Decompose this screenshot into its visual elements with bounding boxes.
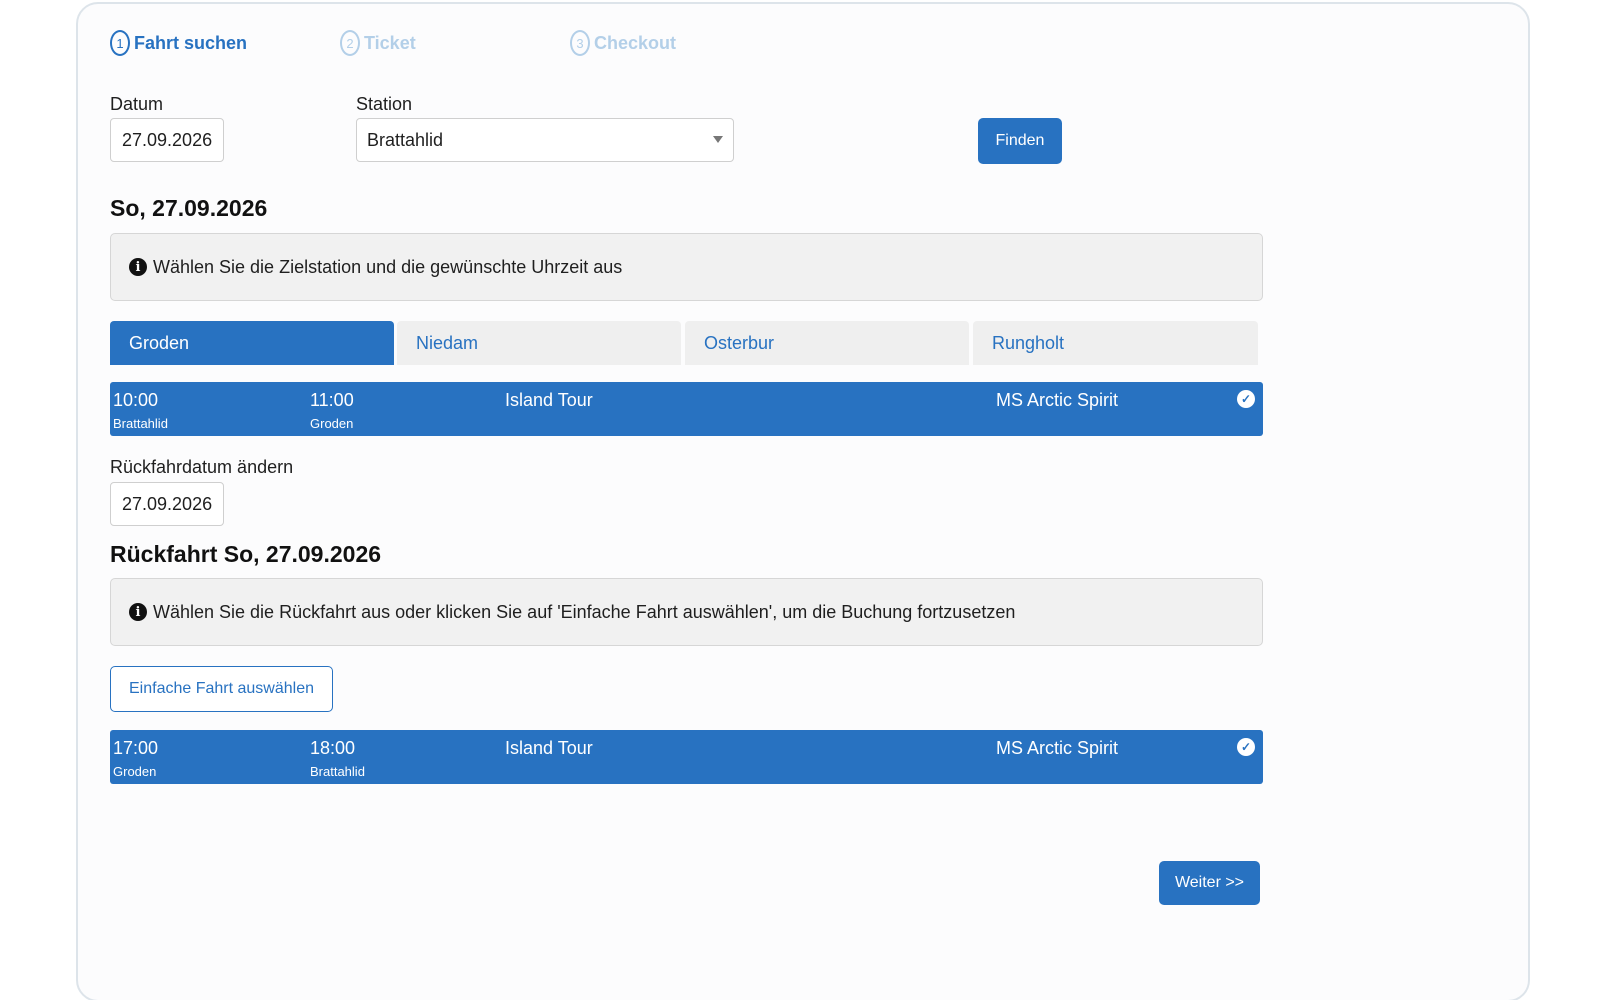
return-heading: Rückfahrt So, 27.09.2026	[110, 541, 382, 567]
tab-niedam[interactable]: Niedam	[397, 321, 681, 365]
step-label: Fahrt suchen	[134, 32, 248, 53]
arrival-station: Groden	[310, 416, 354, 431]
outbound-heading: So, 27.09.2026	[110, 195, 268, 221]
departure-time: 17:00	[113, 738, 159, 758]
station-select[interactable]: Brattahlid	[356, 118, 734, 162]
departure-time: 10:00	[113, 390, 159, 410]
next-button[interactable]: Weiter >>	[1159, 861, 1260, 905]
date-input[interactable]	[110, 118, 224, 162]
ship-name: MS Arctic Spirit	[996, 738, 1119, 758]
booking-card: 1 Fahrt suchen 2 Ticket 3 Checkout	[76, 2, 1530, 1000]
arrival-station: Brattahlid	[310, 764, 365, 779]
return-trip-row[interactable]: 17:00 Groden 18:00 Brattahlid Island Tou…	[110, 730, 1263, 784]
step-checkout: 3 Checkout	[570, 29, 676, 57]
arrival-time: 18:00	[310, 738, 356, 758]
return-date-label: Rückfahrdatum ändern	[110, 457, 294, 477]
outbound-info-box: i Wählen Sie die Zielstation und die gew…	[110, 233, 1263, 301]
departure-station: Brattahlid	[113, 416, 168, 431]
return-date-input[interactable]	[110, 482, 224, 526]
ship-name: MS Arctic Spirit	[996, 390, 1119, 410]
step-label: Checkout	[594, 32, 677, 53]
check-circle-icon: ✓	[1237, 738, 1255, 756]
check-circle-icon: ✓	[1237, 390, 1255, 408]
chevron-down-icon	[713, 136, 723, 143]
info-icon: i	[129, 603, 147, 621]
single-trip-button[interactable]: Einfache Fahrt auswählen	[110, 666, 333, 712]
step-number: 3	[570, 30, 590, 56]
outbound-info-text: Wählen Sie die Zielstation und die gewün…	[153, 256, 623, 277]
station-label: Station	[356, 94, 413, 114]
step-fahrt-suchen: 1 Fahrt suchen	[110, 29, 247, 57]
tour-name: Island Tour	[505, 390, 593, 410]
arrival-time: 11:00	[310, 390, 354, 410]
step-label: Ticket	[364, 32, 416, 53]
info-icon: i	[129, 258, 147, 276]
step-number: 1	[110, 30, 130, 56]
date-label: Datum	[110, 94, 164, 114]
station-select-value: Brattahlid	[367, 129, 444, 150]
step-ticket: 2 Ticket	[340, 29, 416, 57]
step-number: 2	[340, 30, 360, 56]
tab-osterbur[interactable]: Osterbur	[685, 321, 969, 365]
tab-groden[interactable]: Groden	[110, 321, 394, 365]
departure-station: Groden	[113, 764, 157, 779]
outbound-trip-row[interactable]: 10:00 Brattahlid 11:00 Groden Island Tou…	[110, 382, 1263, 436]
find-button[interactable]: Finden	[978, 118, 1062, 164]
tab-rungholt[interactable]: Rungholt	[973, 321, 1258, 365]
tour-name: Island Tour	[505, 738, 593, 758]
return-info-box: i Wählen Sie die Rückfahrt aus oder klic…	[110, 578, 1263, 646]
return-info-text: Wählen Sie die Rückfahrt aus oder klicke…	[153, 601, 1016, 622]
